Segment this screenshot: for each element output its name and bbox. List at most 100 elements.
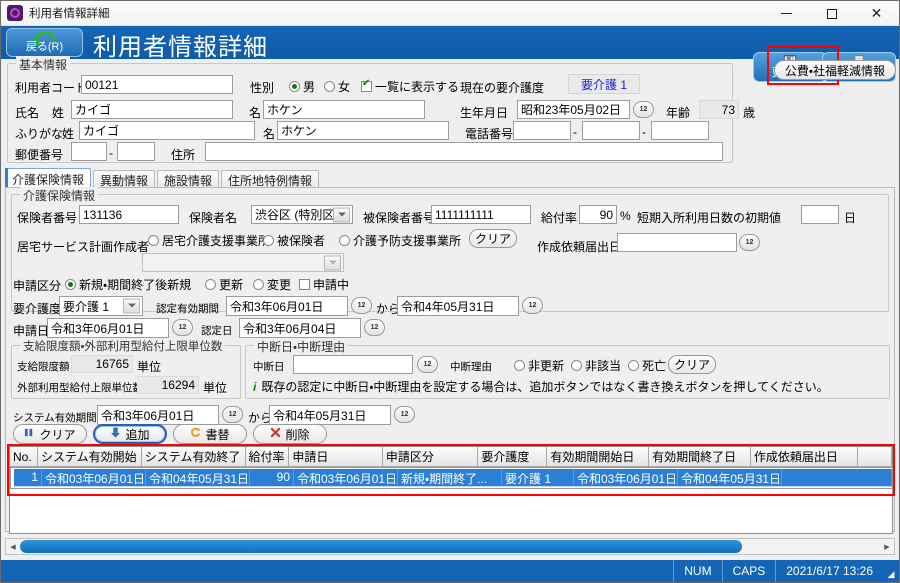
suspend-reason-label: 中断理由 <box>450 359 492 374</box>
apply-opt3-label: 変更 <box>267 276 291 293</box>
insurer-no-input[interactable]: 131136 <box>79 205 179 224</box>
planner-clear-button[interactable]: クリア <box>469 229 517 248</box>
maximize-button[interactable] <box>809 1 854 26</box>
close-button[interactable]: ✕ <box>854 1 899 26</box>
scrollbar-track[interactable] <box>20 539 880 554</box>
system-period-from-calendar-button[interactable]: 12 <box>222 406 243 423</box>
age-unit-label: 歳 <box>743 104 755 121</box>
insured-no-input[interactable]: 1111111111 <box>431 205 531 224</box>
cert-date-input[interactable]: 令和3年06月04日 <box>239 318 361 338</box>
rewrite-button[interactable]: 書替 <box>173 424 247 444</box>
tab-care-insurance[interactable]: 介護保険情報 <box>5 168 91 189</box>
column-header-4[interactable]: 申請日 <box>289 447 382 467</box>
lastname-label: 姓 <box>52 104 64 121</box>
gender-female-radio[interactable]: 女 <box>324 78 350 95</box>
system-period-to-input[interactable]: 令和4年05月31日 <box>269 405 391 425</box>
birthdate-input[interactable]: 昭和23年05月02日 <box>517 100 630 119</box>
suspend-reason-death-radio[interactable]: 死亡 <box>628 357 666 374</box>
table-row[interactable]: 1令和03年06月01日令和04年05月31日90令和03年06月01日新規・期… <box>10 467 893 489</box>
apply-type-new-radio[interactable]: 新規・期間終了後新規 <box>65 276 191 293</box>
cert-period-to-input[interactable]: 令和4年05月31日 <box>397 296 519 316</box>
benefit-rate-input[interactable]: 90 <box>579 205 617 224</box>
column-header-2[interactable]: システム有効終了 <box>141 447 245 467</box>
tab-transfer-info-label: 異動情報 <box>100 172 148 189</box>
suspend-date-input[interactable] <box>293 355 413 374</box>
address-input[interactable] <box>205 142 723 161</box>
supply-limit-label: 支給限度額 <box>17 359 70 374</box>
suspend-reason-no-renew-radio[interactable]: 非更新 <box>514 357 564 374</box>
scroll-right-arrow-icon[interactable]: ▶ <box>880 539 894 554</box>
records-grid[interactable]: No.システム有効開始システム有効終了給付率申請日申請区分要介護度有効期間開始日… <box>9 446 893 534</box>
column-header-1[interactable]: システム有効開始 <box>38 447 142 467</box>
name-label: 氏名 <box>15 104 39 121</box>
resize-grip-icon[interactable]: ◢ <box>883 560 899 582</box>
planner-insured-person-radio[interactable]: 被保険者 <box>263 232 325 249</box>
request-date-input[interactable] <box>617 233 737 252</box>
clear-button[interactable]: クリア <box>13 424 87 444</box>
phone-part2-input[interactable] <box>582 121 640 140</box>
zipcode-part2-input[interactable] <box>117 142 155 161</box>
horizontal-scrollbar[interactable]: ◀ ▶ <box>5 538 895 555</box>
column-header-7[interactable]: 有効期間開始日 <box>547 447 649 467</box>
firstname-input[interactable]: ホケン <box>263 100 425 119</box>
age-label: 年齢 <box>666 104 690 121</box>
add-button-label: 追加 <box>125 426 149 443</box>
cert-period-from-calendar-button[interactable]: 12 <box>351 297 372 314</box>
insured-no-label: 被保険者番号 <box>363 209 435 226</box>
apply-type-change-radio[interactable]: 変更 <box>253 276 291 293</box>
system-period-to-calendar-button[interactable]: 12 <box>394 406 415 423</box>
scrollbar-thumb[interactable] <box>20 540 742 553</box>
suspend-date-calendar-button[interactable]: 12 <box>417 356 438 373</box>
gender-male-radio[interactable]: 男 <box>289 78 315 95</box>
planner-home-care-office-radio[interactable]: 居宅介護支援事業所 <box>148 232 270 249</box>
cert-period-from-input[interactable]: 令和3年06月01日 <box>226 296 348 316</box>
suspend-clear-button[interactable]: クリア <box>668 355 716 374</box>
apply-date-calendar-button[interactable]: 12 <box>172 319 193 336</box>
column-header-3[interactable]: 給付率 <box>245 447 289 467</box>
zipcode-label: 郵便番号 <box>15 146 63 163</box>
chevron-down-icon-3 <box>123 299 140 314</box>
suspend-date-label: 中断日 <box>253 359 285 374</box>
care-level-select[interactable]: 要介護 1 <box>59 296 143 316</box>
apply-type-renew-radio[interactable]: 更新 <box>205 276 243 293</box>
planner-prevention-office-radio[interactable]: 介護予防支援事業所 <box>339 232 461 249</box>
back-button-label: 戻る(R) <box>26 38 63 54</box>
benefit-rate-label: 給付率 <box>541 209 577 226</box>
gender-male-label: 男 <box>303 78 315 95</box>
furigana-firstname-input[interactable]: ホケン <box>277 121 449 140</box>
chevron-down-icon-2 <box>324 255 341 270</box>
birthdate-calendar-button[interactable]: 12 <box>633 101 654 118</box>
scroll-left-arrow-icon[interactable]: ◀ <box>6 539 20 554</box>
phone-part3-input[interactable] <box>651 121 709 140</box>
planner-office-select[interactable] <box>142 253 344 272</box>
show-in-list-checkbox[interactable]: 一覧に表示する <box>361 78 459 95</box>
column-header-9[interactable]: 作成依頼届出日 <box>750 447 857 467</box>
column-header-6[interactable]: 要介護度 <box>478 447 547 467</box>
delete-button[interactable]: 削除 <box>253 424 327 444</box>
system-period-from-input[interactable]: 令和3年06月01日 <box>97 405 219 425</box>
phone-sep-2: - <box>642 125 646 139</box>
user-code-input[interactable]: 00121 <box>81 75 233 94</box>
add-button[interactable]: 追加 <box>93 424 167 444</box>
suspend-info-row: i 既存の認定に中断日・中断理由を設定する場合は、追加ボタンではなく書き換えボタ… <box>253 378 829 395</box>
insurer-name-select[interactable]: 渋谷区 (特別区) <box>251 205 353 224</box>
column-header-5[interactable]: 申請区分 <box>382 447 478 467</box>
request-date-calendar-button[interactable]: 12 <box>739 234 760 251</box>
apply-date-input[interactable]: 令和3年06月01日 <box>47 318 169 338</box>
back-button[interactable]: 戻る(R) <box>6 28 83 57</box>
column-header-0[interactable]: No. <box>10 447 38 467</box>
zipcode-part1-input[interactable] <box>71 142 107 161</box>
suspend-reason-not-applicable-radio[interactable]: 非該当 <box>571 357 621 374</box>
cert-period-to-calendar-button[interactable]: 12 <box>522 297 543 314</box>
applying-checkbox[interactable]: 申請中 <box>299 276 349 293</box>
furigana-lastname-input[interactable]: カイゴ <box>79 121 255 140</box>
column-header-8[interactable]: 有効期間終了日 <box>649 447 751 467</box>
phone-part1-input[interactable] <box>513 121 571 140</box>
short-stay-days-input[interactable] <box>801 205 839 224</box>
lastname-input[interactable]: カイゴ <box>71 100 233 119</box>
public-expense-button[interactable]: 公費・社福軽減情報 <box>774 60 896 80</box>
cert-date-calendar-button[interactable]: 12 <box>364 319 385 336</box>
minimize-button[interactable] <box>764 1 809 26</box>
request-date-label: 作成依頼届出日 <box>537 238 621 255</box>
column-header-10[interactable] <box>857 447 891 467</box>
